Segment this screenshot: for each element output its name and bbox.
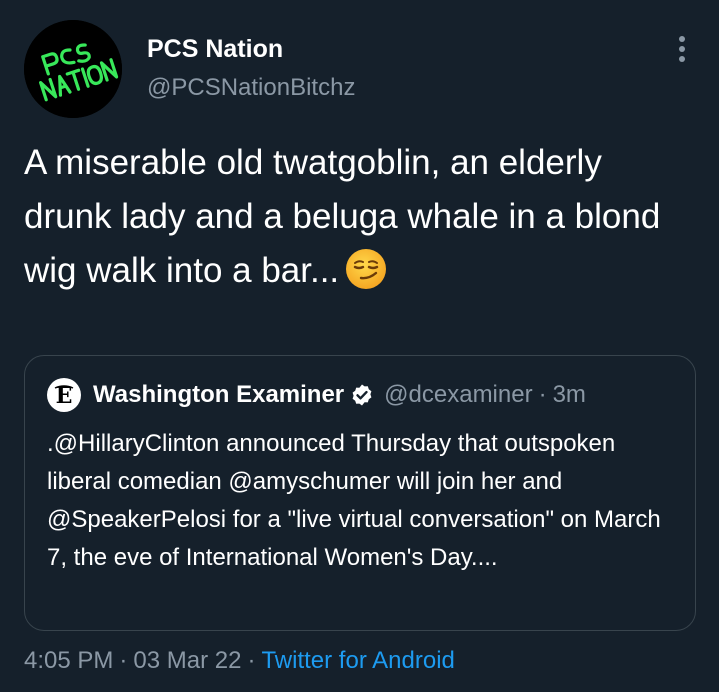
tweet: PCS Nation @PCSNationBitchz A miserable … [0, 0, 719, 692]
meta-separator-2: · [247, 647, 256, 674]
quoted-handle[interactable]: @dcexaminer [384, 380, 532, 410]
meta-separator: · [119, 647, 128, 674]
author-handle[interactable]: @PCSNationBitchz [147, 73, 355, 103]
tweet-meta: 4:05 PM · 03 Mar 22 · Twitter for Android [24, 646, 455, 676]
verified-badge-icon [350, 383, 374, 407]
quoted-tweet-header: E Washington Examiner @dcexaminer · 3m [47, 378, 586, 412]
tweet-text-content: A miserable old twatgoblin, an elderly d… [24, 143, 661, 290]
more-vertical-icon [679, 36, 685, 62]
author-display-name[interactable]: PCS Nation [147, 33, 355, 65]
quoted-tweet-text: .@HillaryClinton announced Thursday that… [47, 430, 661, 571]
smirking-face-emoji [345, 248, 387, 306]
author-info: PCS Nation @PCSNationBitchz [147, 33, 355, 103]
author-avatar[interactable] [24, 20, 122, 118]
quoted-display-name[interactable]: Washington Examiner [93, 380, 344, 410]
avatar-logo [24, 20, 122, 118]
tweet-time[interactable]: 4:05 PM [24, 647, 113, 674]
tweet-source-link[interactable]: Twitter for Android [261, 647, 454, 674]
more-options-button[interactable] [666, 33, 698, 65]
tweet-date[interactable]: 03 Mar 22 [133, 647, 241, 674]
quoted-separator: · [538, 381, 547, 408]
quoted-time[interactable]: 3m [553, 380, 586, 410]
tweet-text: A miserable old twatgoblin, an elderly d… [24, 136, 694, 306]
washington-examiner-logo: E [47, 378, 81, 412]
quoted-tweet[interactable]: E Washington Examiner @dcexaminer · 3m .… [24, 355, 696, 631]
